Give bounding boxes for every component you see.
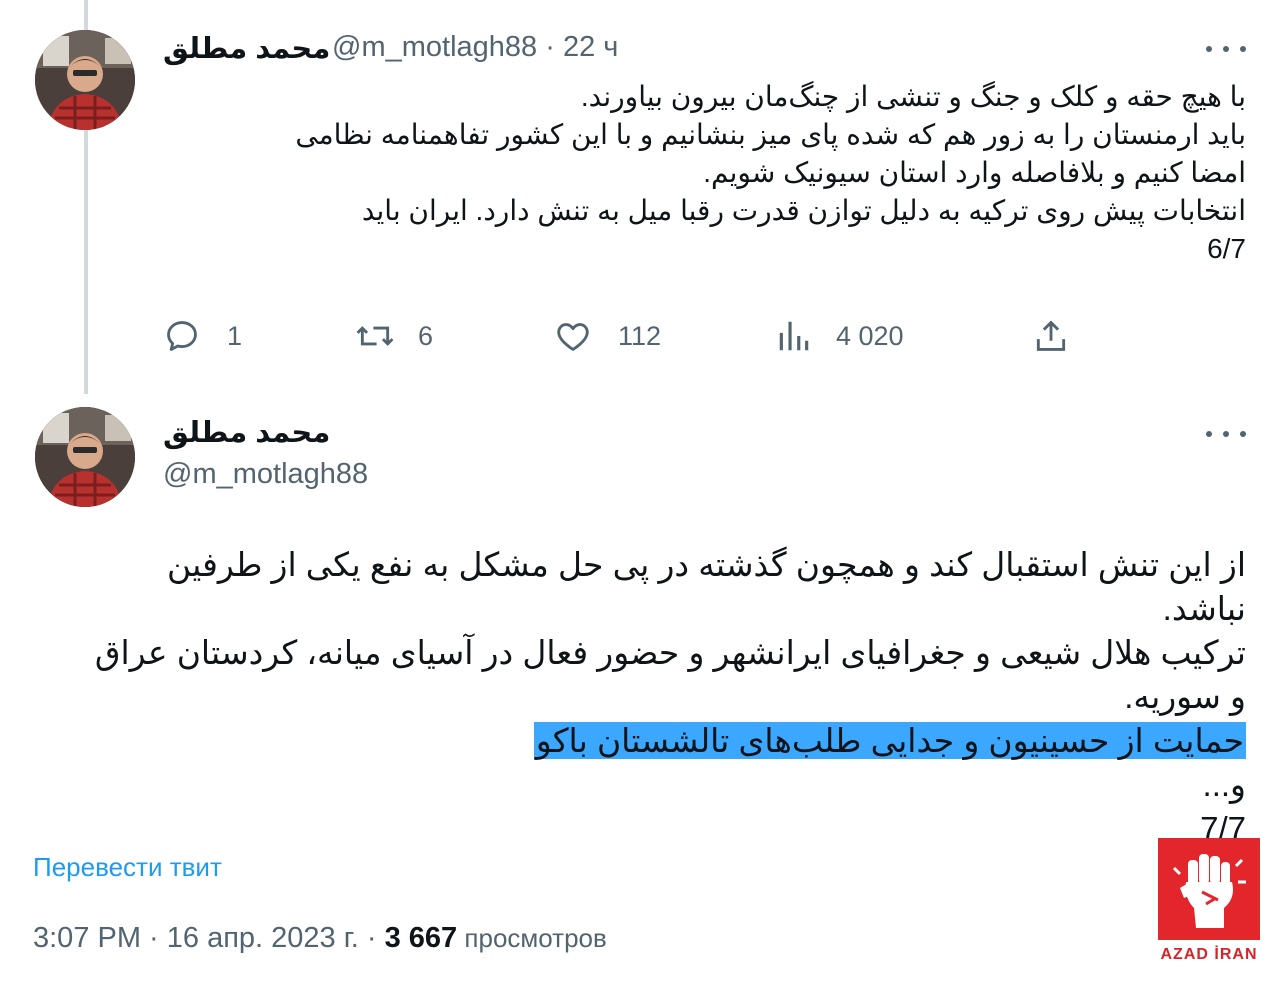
author-handle[interactable]: @m_motlagh88 [163,458,368,491]
tweet-text-line: ترکیب هلال شیعی و جغرافیای ایرانشهر و حض… [94,634,1246,671]
author-display-name[interactable]: محمد مطلق [163,415,330,450]
share-icon [1036,320,1066,351]
tweet-text-line: با هیچ حقه و کلک و جنگ و تنشی از چنگ‌مان… [580,81,1246,112]
tweet-text-line: و سوریه. [1124,678,1246,715]
retweet-icon [356,326,394,346]
reply-button[interactable]: 1 [163,316,242,356]
author-display-name[interactable]: محمد مطلق [163,31,330,66]
tweet-text-line: از این تنش استقبال کند و همچون گذشته در … [167,546,1246,583]
tweet-text-line: نباشد. [1162,590,1246,627]
avatar-photo [35,407,135,507]
like-count: 112 [618,320,662,351]
tweet-time-ago[interactable]: 22 ч [563,31,618,63]
tweet-text-line: 7/7 [1200,810,1246,847]
heart-icon [557,323,589,351]
separator-dot: · [358,922,385,954]
like-button[interactable]: 112 [554,316,661,356]
azad-iran-watermark-text: AZAD İRAN [1160,946,1258,963]
translate-tweet-link[interactable]: Перевести твит [33,852,222,883]
views-label: просмотров [457,923,607,953]
tweet-text-line: 6/7 [1207,233,1246,264]
avatar[interactable] [35,407,135,507]
tweet-text-line: امضا کنیم و بلافاصله وارد استان سیونیک ش… [703,157,1246,188]
selected-text-highlight[interactable]: حمایت از حسینیون و جدایی طلب‌های تالشستا… [533,722,1246,759]
author-handle[interactable]: @m_motlagh88 [332,31,537,63]
share-button[interactable] [1032,316,1070,356]
views-count: 4 020 [836,320,904,351]
raised-fist-logo [1158,838,1260,940]
tweet-metadata: 3:07 PM · 16 апр. 2023 г. · 3 667 просмо… [33,922,607,955]
tweet-thread-screenshot: محمد مطلق @m_motlagh88 · 22 ч با هیچ حقه… [0,0,1280,995]
azad-iran-logo [1158,838,1260,940]
retweet-button[interactable]: 6 [354,316,433,356]
retweet-count: 6 [418,320,434,351]
avatar[interactable] [35,30,135,130]
more-options-icon[interactable] [1206,422,1246,446]
separator-dot: · [537,31,563,63]
reply-icon [167,321,197,351]
tweet-text-line: باید ارمنستان را به زور هم که شده پای می… [295,119,1246,150]
reply-count: 1 [227,320,243,351]
views-count: 3 667 [384,922,458,954]
more-options-icon[interactable] [1206,37,1246,61]
tweet-text-line: و... [1202,766,1246,803]
views-icon [779,321,809,351]
tweet-timestamp[interactable]: 3:07 PM · 16 апр. 2023 г. [33,922,359,954]
tweet-text: از این تنش استقبال کند و همچون گذشته در … [30,543,1246,851]
avatar-photo [35,30,135,130]
views-button[interactable]: 4 020 [778,316,904,356]
tweet-text-line: انتخابات پیش روی ترکیه به دلیل توازن قدر… [361,195,1246,226]
author-handle-and-time: @m_motlagh88 · 22 ч [332,31,618,64]
tweet-text: با هیچ حقه و کلک و جنگ و تنشی از چنگ‌مان… [150,78,1246,268]
